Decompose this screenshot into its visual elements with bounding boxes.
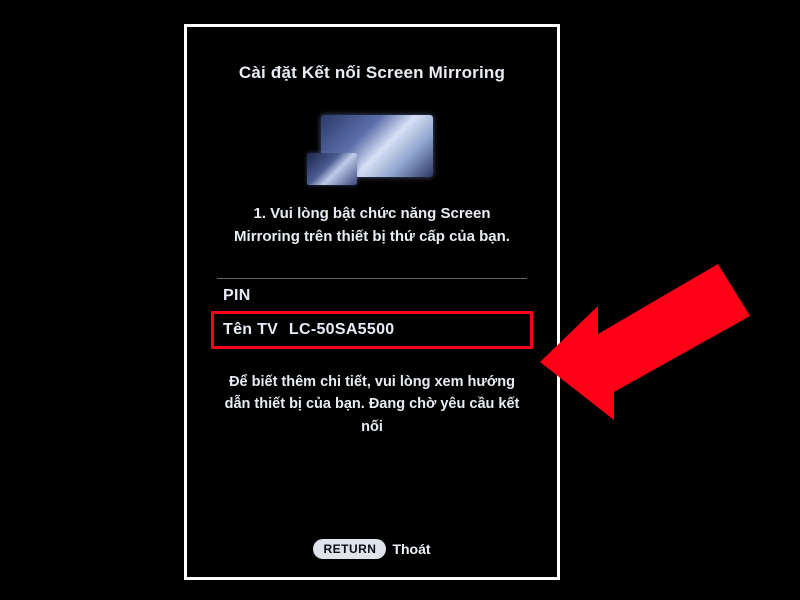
dialog-frame: Cài đặt Kết nối Screen Mirroring 1. Vui … (184, 24, 560, 580)
connection-info: PIN Tên TV LC-50SA5500 (217, 278, 527, 347)
pin-label: PIN (223, 287, 251, 305)
screen-mirroring-icon (307, 109, 437, 189)
dialog-panel: Cài đặt Kết nối Screen Mirroring 1. Vui … (193, 33, 551, 571)
instruction-text: 1. Vui lòng bật chức năng Screen Mirrori… (222, 203, 522, 248)
return-button-label: Thoát (392, 541, 430, 557)
return-row: RETURN Thoát (193, 539, 551, 559)
pin-row: PIN (217, 279, 527, 313)
tvname-row: Tên TV LC-50SA5500 (217, 313, 527, 347)
return-button[interactable]: RETURN (313, 539, 386, 559)
dialog-title: Cài đặt Kết nối Screen Mirroring (193, 63, 551, 83)
tvname-value: LC-50SA5500 (289, 321, 395, 339)
tvname-label: Tên TV (223, 321, 278, 339)
footnote-text: Để biết thêm chi tiết, vui lòng xem hướn… (217, 371, 527, 438)
annotation-arrow-icon (540, 244, 770, 424)
